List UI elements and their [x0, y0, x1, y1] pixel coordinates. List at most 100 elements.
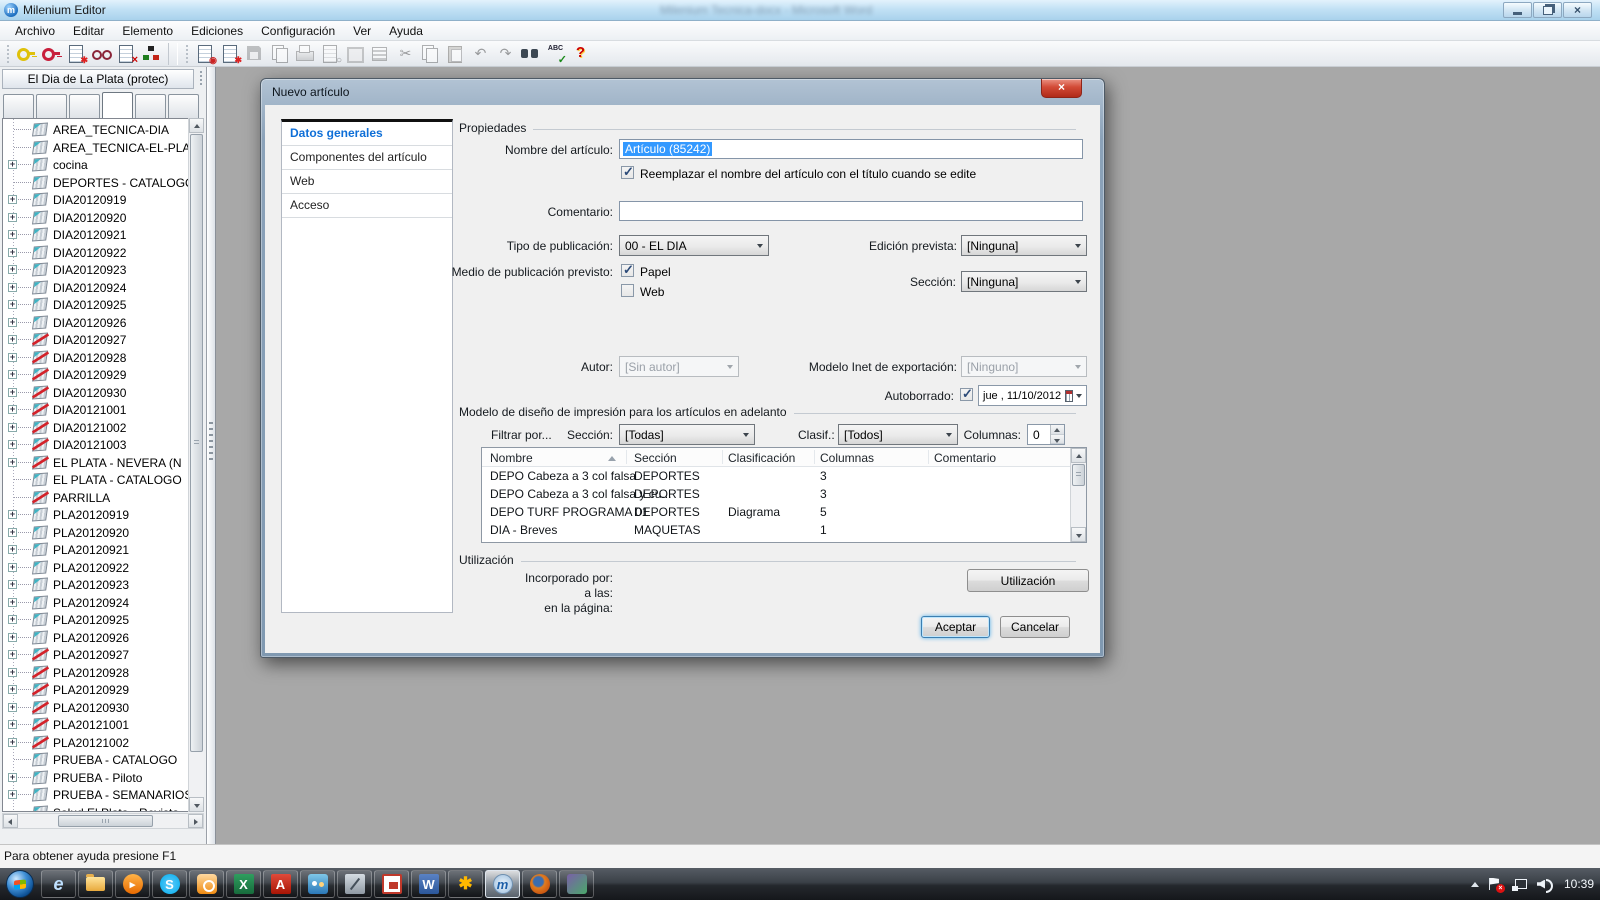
- tree-item[interactable]: + PRUEBA - Piloto: [3, 769, 203, 787]
- table-row[interactable]: DEPO TURF PROGRAMA 01 DEPORTES Diagrama …: [482, 503, 1070, 521]
- expand-toggle-icon[interactable]: +: [8, 265, 17, 274]
- expand-toggle-icon[interactable]: +: [8, 720, 17, 729]
- expand-toggle-icon[interactable]: +: [8, 510, 17, 519]
- messenger-icon[interactable]: [300, 870, 335, 898]
- tree-item[interactable]: + PRUEBA - CATALOGO: [3, 751, 203, 769]
- tree-item[interactable]: + PLA20120919: [3, 506, 203, 524]
- dialog-close-button[interactable]: ×: [1041, 79, 1082, 98]
- expand-toggle-icon[interactable]: +: [8, 528, 17, 537]
- tree-item[interactable]: + DIA20120919: [3, 191, 203, 209]
- adobe-reader-icon[interactable]: A: [263, 870, 298, 898]
- colors-app-icon[interactable]: ✱: [448, 870, 483, 898]
- dropdown-arrow-icon[interactable]: [1076, 394, 1082, 398]
- aceptar-button[interactable]: Aceptar: [921, 616, 990, 638]
- paste-icon[interactable]: [444, 43, 467, 64]
- tree-vertical-scrollbar[interactable]: [188, 118, 204, 812]
- tree-item[interactable]: + DIA20120921: [3, 226, 203, 244]
- spin-up-icon[interactable]: [1051, 425, 1064, 435]
- nombre-input[interactable]: Artículo (85242): [619, 139, 1083, 159]
- menu-item[interactable]: Editar: [64, 21, 113, 40]
- dropdown-arrow-icon[interactable]: [940, 425, 957, 444]
- edicion-prevista-select[interactable]: [Ninguna]: [961, 235, 1087, 256]
- menu-item[interactable]: Configuración: [252, 21, 344, 40]
- expand-toggle-icon[interactable]: +: [8, 230, 17, 239]
- tree-item[interactable]: + PLA20120922: [3, 559, 203, 577]
- sidebar-header-grip[interactable]: [198, 71, 204, 87]
- unprotect-keys-icon[interactable]: [15, 43, 38, 64]
- table-row[interactable]: DEPO Cabeza a 3 col falsa DEPORTES 3: [482, 467, 1070, 485]
- tree-item[interactable]: + AREA_TECNICA-EL-PLA: [3, 139, 203, 157]
- layout-tools-tab[interactable]: [135, 94, 166, 118]
- scroll-down-button[interactable]: [189, 797, 204, 812]
- find-article-icon[interactable]: [90, 43, 113, 64]
- scroll-thumb[interactable]: [58, 815, 153, 827]
- tree-item[interactable]: + DIA20121002: [3, 419, 203, 437]
- media-player-icon[interactable]: ▸: [115, 870, 150, 898]
- tipo-publicacion-select[interactable]: 00 - EL DIA: [619, 235, 769, 256]
- tree-item[interactable]: + EL PLATA - CATALOGO: [3, 471, 203, 489]
- expand-toggle-icon[interactable]: +: [8, 160, 17, 169]
- save-all-icon[interactable]: [269, 43, 292, 64]
- structure-tree-icon[interactable]: [140, 43, 163, 64]
- web-checkbox[interactable]: [621, 284, 634, 297]
- tree-item[interactable]: + PLA20120929: [3, 681, 203, 699]
- start-button[interactable]: [6, 870, 34, 898]
- excel-icon[interactable]: X: [226, 870, 261, 898]
- autoborrado-checkbox[interactable]: [960, 388, 973, 401]
- table-vertical-scrollbar[interactable]: [1070, 448, 1086, 542]
- tree-item[interactable]: + PARRILLA: [3, 489, 203, 507]
- publications-tab[interactable]: [3, 94, 34, 118]
- cut-icon[interactable]: ✂: [394, 43, 417, 64]
- menu-item[interactable]: Archivo: [6, 21, 64, 40]
- expand-toggle-icon[interactable]: +: [8, 195, 17, 204]
- tree-item[interactable]: + DIA20120926: [3, 314, 203, 332]
- spellcheck-icon[interactable]: ABC✓: [544, 43, 567, 64]
- image-app-icon[interactable]: [374, 870, 409, 898]
- dropdown-arrow-icon[interactable]: [737, 425, 754, 444]
- properties-book-icon[interactable]: [344, 43, 367, 64]
- autoborrado-date-picker[interactable]: jue , 11/10/2012: [978, 385, 1087, 406]
- web-tab[interactable]: [168, 94, 199, 118]
- seccion-select[interactable]: [Ninguna]: [961, 271, 1087, 292]
- protect-key-icon[interactable]: [40, 43, 63, 64]
- col-clasificacion[interactable]: Clasificación: [728, 451, 795, 465]
- col-seccion[interactable]: Sección: [634, 451, 677, 465]
- clock[interactable]: 10:39: [1564, 877, 1594, 891]
- grid-tab[interactable]: [102, 92, 133, 118]
- expand-toggle-icon[interactable]: +: [8, 370, 17, 379]
- tree-item[interactable]: + PLA20120926: [3, 629, 203, 647]
- list-view-icon[interactable]: [369, 43, 392, 64]
- expand-toggle-icon[interactable]: +: [8, 440, 17, 449]
- milenium-editor-icon[interactable]: m: [485, 870, 520, 898]
- firefox-icon[interactable]: [522, 870, 557, 898]
- papel-checkbox[interactable]: [621, 264, 634, 277]
- tree-item[interactable]: + PLA20120923: [3, 576, 203, 594]
- expand-toggle-icon[interactable]: +: [8, 545, 17, 554]
- help-icon[interactable]: ?: [569, 43, 592, 64]
- tree-item[interactable]: + DIA20120922: [3, 244, 203, 262]
- tree-item[interactable]: + PLA20120927: [3, 646, 203, 664]
- delete-article-icon[interactable]: ×: [115, 43, 138, 64]
- tree-horizontal-scrollbar[interactable]: [2, 813, 204, 829]
- archive-tab[interactable]: [36, 94, 67, 118]
- windows-explorer-icon[interactable]: [78, 870, 113, 898]
- tree-item[interactable]: + PRUEBA - SEMANARIOS: [3, 786, 203, 804]
- design-tool-icon[interactable]: [337, 870, 372, 898]
- menu-item[interactable]: Ediciones: [182, 21, 252, 40]
- tree-item[interactable]: + PLA20120921: [3, 541, 203, 559]
- tree-item[interactable]: + PLA20120925: [3, 611, 203, 629]
- expand-toggle-icon[interactable]: +: [8, 738, 17, 747]
- scroll-thumb[interactable]: [190, 134, 203, 752]
- expand-toggle-icon[interactable]: +: [8, 703, 17, 712]
- tree-item[interactable]: + DIA20120927: [3, 331, 203, 349]
- table-row[interactable]: DIA - Breves MAQUETAS 1: [482, 521, 1070, 539]
- tree-item[interactable]: + EL PLATA - NEVERA (N: [3, 454, 203, 472]
- expand-toggle-icon[interactable]: +: [8, 633, 17, 642]
- cancelar-button[interactable]: Cancelar: [1000, 616, 1070, 638]
- expand-toggle-icon[interactable]: +: [8, 790, 17, 799]
- print-preview-icon[interactable]: ○: [319, 43, 342, 64]
- volume-icon[interactable]: [1537, 878, 1552, 891]
- col-nombre[interactable]: Nombre: [490, 451, 533, 465]
- expand-toggle-icon[interactable]: +: [8, 318, 17, 327]
- scroll-right-button[interactable]: [188, 814, 203, 828]
